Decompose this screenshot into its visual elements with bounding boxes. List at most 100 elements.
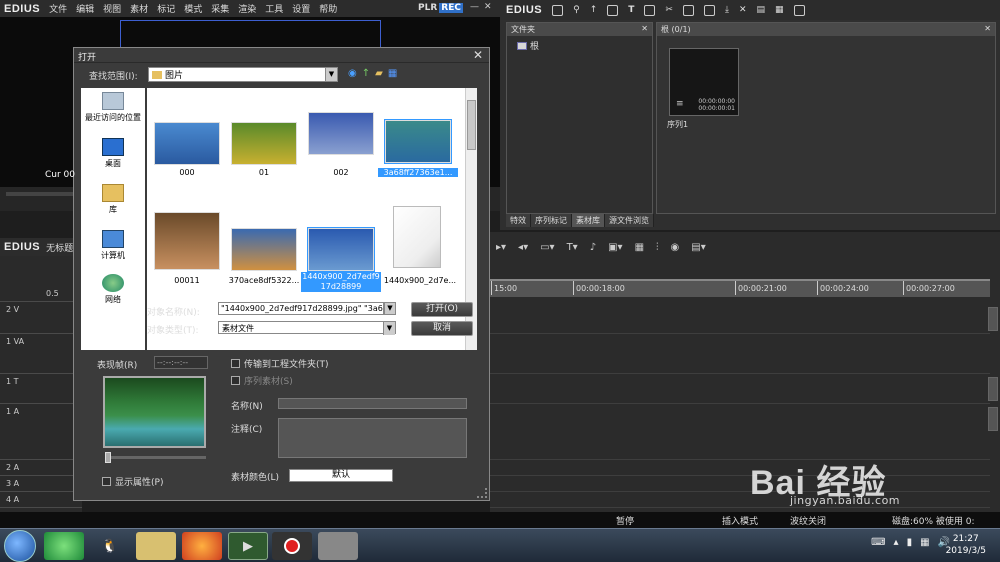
root-folder[interactable]: 根 xyxy=(517,39,642,52)
timeline-row[interactable] xyxy=(490,404,990,460)
layout-icon[interactable]: ▤▾ xyxy=(691,242,705,253)
menu-mode[interactable]: 模式 xyxy=(184,2,202,15)
color-icon[interactable]: ▣▾ xyxy=(608,242,622,253)
tab-source-browser[interactable]: 源文件浏览 xyxy=(605,214,654,227)
up-icon[interactable]: ↑ xyxy=(590,5,598,15)
mixer-icon[interactable]: ⫶ xyxy=(656,242,659,253)
view-icon[interactable]: ▦ xyxy=(775,5,784,15)
explorer-icon[interactable] xyxy=(136,532,176,560)
close-icon[interactable]: ✕ xyxy=(484,2,492,12)
track-1a[interactable]: 1 A xyxy=(0,404,82,460)
file-thumbnail[interactable] xyxy=(384,119,452,164)
record-icon[interactable]: ◉ xyxy=(671,242,680,253)
menu-help[interactable]: 帮助 xyxy=(319,2,337,15)
place-computer[interactable]: 计算机 xyxy=(81,230,145,261)
qq-icon[interactable]: 🐧 xyxy=(90,532,130,560)
edius-taskbar-icon[interactable]: ▶ xyxy=(228,532,268,560)
place-recent[interactable]: 最近访问的位置 xyxy=(81,92,145,123)
track-1t[interactable]: 1 T xyxy=(0,374,82,404)
sequence-clip[interactable]: ≡ 00:00:00:00 00:00:00:01 xyxy=(669,48,739,116)
minimize-icon[interactable]: — xyxy=(470,2,479,12)
blank-file-icon[interactable] xyxy=(393,206,441,268)
recorder-icon[interactable] xyxy=(272,532,312,560)
ripple-icon[interactable]: ▸▾ xyxy=(496,242,506,253)
menu-capture[interactable]: 采集 xyxy=(211,2,229,15)
clock[interactable]: 21:27 2019/3/5 xyxy=(946,533,986,557)
color-bars-icon[interactable] xyxy=(644,4,656,16)
network-icon[interactable]: ▦ xyxy=(920,537,929,548)
cancel-button[interactable]: 取消 xyxy=(411,321,473,336)
open-button[interactable]: 打开(O) xyxy=(411,302,473,317)
add-to-timeline-icon[interactable]: ⤓ xyxy=(725,5,729,15)
delete-icon[interactable]: ✕ xyxy=(739,5,747,15)
view-menu-icon[interactable]: ▦ xyxy=(388,68,397,79)
timeline-row[interactable] xyxy=(490,302,990,334)
capture-app-icon[interactable] xyxy=(318,532,358,560)
track-scrollbar[interactable] xyxy=(988,377,998,401)
track-scrollbar[interactable] xyxy=(988,307,998,331)
tab-effects[interactable]: 特效 xyxy=(506,214,531,227)
tray-arrow-icon[interactable]: ▴ xyxy=(894,537,899,548)
file-thumbnail[interactable] xyxy=(231,122,297,165)
file-thumbnail[interactable] xyxy=(308,112,374,155)
folder-icon[interactable] xyxy=(552,4,564,16)
insert-icon[interactable]: ◂▾ xyxy=(518,242,528,253)
bin-close-icon[interactable]: ✕ xyxy=(984,24,991,35)
menu-marker[interactable]: 标记 xyxy=(157,2,175,15)
open-clip-icon[interactable] xyxy=(607,4,619,16)
resize-grip[interactable] xyxy=(477,488,487,498)
dialog-close-icon[interactable]: ✕ xyxy=(473,48,483,62)
track-3a[interactable]: 3 A xyxy=(0,476,82,492)
copy-icon[interactable] xyxy=(682,4,694,16)
timeline-row[interactable] xyxy=(490,476,990,492)
menu-edit[interactable]: 编辑 xyxy=(76,2,94,15)
clip-color-button[interactable]: 默认 xyxy=(289,469,393,482)
place-desktop[interactable]: 桌面 xyxy=(81,138,145,169)
menu-file[interactable]: 文件 xyxy=(49,2,67,15)
chevron-down-icon[interactable]: ▼ xyxy=(383,322,395,335)
back-icon[interactable]: ◉ xyxy=(348,68,357,79)
name-dropdown-arrow[interactable]: ▼ xyxy=(384,302,396,315)
up-folder-icon[interactable]: ↑ xyxy=(362,68,370,79)
menu-tools[interactable]: 工具 xyxy=(265,2,283,15)
panel-close-icon[interactable]: ✕ xyxy=(641,24,648,35)
grid-icon[interactable]: ▦ xyxy=(635,242,644,253)
file-thumbnail[interactable] xyxy=(307,227,375,272)
place-library[interactable]: 库 xyxy=(81,184,145,215)
object-type-select[interactable]: 素材文件 ▼ xyxy=(218,321,396,335)
mic-icon[interactable]: ♪ xyxy=(590,242,596,253)
tab-sequence-markers[interactable]: 序列标记 xyxy=(531,214,572,227)
new-folder-icon[interactable]: ▰ xyxy=(375,68,383,79)
look-in-select[interactable]: 图片 ▼ xyxy=(148,67,338,82)
menu-clip[interactable]: 素材 xyxy=(130,2,148,15)
file-thumbnail[interactable] xyxy=(154,122,220,165)
place-network[interactable]: 网络 xyxy=(81,274,145,305)
menu-view[interactable]: 视图 xyxy=(103,2,121,15)
paste-icon[interactable] xyxy=(703,4,715,16)
track-1va[interactable]: 1 VA xyxy=(0,334,82,374)
object-name-input[interactable]: "1440x900_2d7edf917d28899.jpg" "3a68f xyxy=(218,302,384,315)
scroll-thumb[interactable] xyxy=(467,100,476,150)
track-2a[interactable]: 2 A xyxy=(0,460,82,476)
timeline-row[interactable] xyxy=(490,492,990,508)
show-properties-checkbox[interactable]: 显示属性(P) xyxy=(102,475,163,488)
menu-render[interactable]: 渲染 xyxy=(238,2,256,15)
timeline-row[interactable] xyxy=(490,460,990,476)
title-tool-icon[interactable]: T xyxy=(628,5,634,15)
tab-bin[interactable]: 素材库 xyxy=(572,214,605,227)
device-icon[interactable]: ▮ xyxy=(907,537,913,548)
app-360-icon[interactable] xyxy=(44,532,84,560)
search-icon[interactable]: ⚲ xyxy=(573,5,580,15)
track-2v[interactable]: 2 V xyxy=(0,302,82,334)
clip-name-input[interactable] xyxy=(278,398,467,409)
preview-slider-thumb[interactable] xyxy=(105,452,111,463)
mode-icon[interactable]: ▭▾ xyxy=(540,242,554,253)
timeline-row[interactable] xyxy=(490,334,990,374)
chevron-down-icon[interactable]: ▼ xyxy=(325,68,337,81)
start-button[interactable] xyxy=(4,530,36,562)
cut-clip-icon[interactable]: ✂ xyxy=(665,5,673,15)
comment-input[interactable] xyxy=(278,418,467,458)
preview-slider-track[interactable] xyxy=(105,456,206,459)
bin-window-icon[interactable] xyxy=(793,4,805,16)
track-4a[interactable]: 4 A xyxy=(0,492,82,508)
